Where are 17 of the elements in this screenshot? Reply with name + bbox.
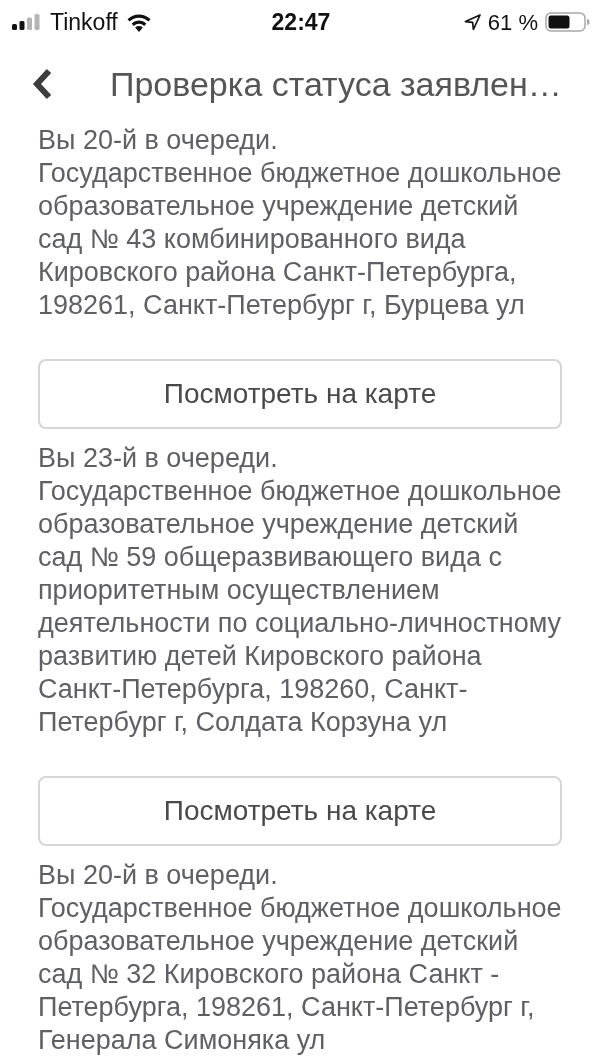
kindergarten-address: Государственное бюджетное дошкольное образовательное учреждение детский сад № 43 комбинированного вида Кировского района Санкт-Петербурга, 198261, Санкт-Петербург г, Бурцева ул	[38, 157, 562, 322]
queue-position: Вы 20-й в очереди.	[38, 124, 279, 157]
kindergarten-address: Государственное бюджетное дошкольное образовательное учреждение детский сад № 32 Кировского района Санкт - Петербурга, 198261, Санкт-Петербург г, Генерала Симоняка ул	[38, 892, 562, 1057]
queue-position: Вы 20-й в очереди.	[38, 859, 279, 892]
queue-position: Вы 23-й в очереди.	[38, 442, 279, 475]
back-chevron-icon[interactable]	[31, 68, 53, 100]
carrier-name: Tinkoff	[50, 7, 118, 37]
page-title: Проверка статуса заявлен…	[110, 63, 562, 105]
status-time: 22:47	[271, 7, 331, 37]
signal-icon	[12, 14, 42, 30]
view-on-map-button[interactable]: Посмотреть на карте	[38, 359, 562, 429]
location-arrow-icon	[463, 13, 481, 31]
battery-icon	[545, 12, 590, 32]
wifi-icon	[125, 12, 152, 32]
view-on-map-button[interactable]: Посмотреть на карте	[38, 776, 562, 846]
battery-percent: 61 %	[487, 8, 538, 37]
kindergarten-address: Государственное бюджетное дошкольное образовательное учреждение детский сад № 59 общеразвивающего вида с приоритетным осуществлением деятельности по социально-личностному развитию детей Кировского района Санкт-Петербурга, 198260, Санкт-Петербург г, Солдата Корзуна ул	[38, 475, 562, 739]
